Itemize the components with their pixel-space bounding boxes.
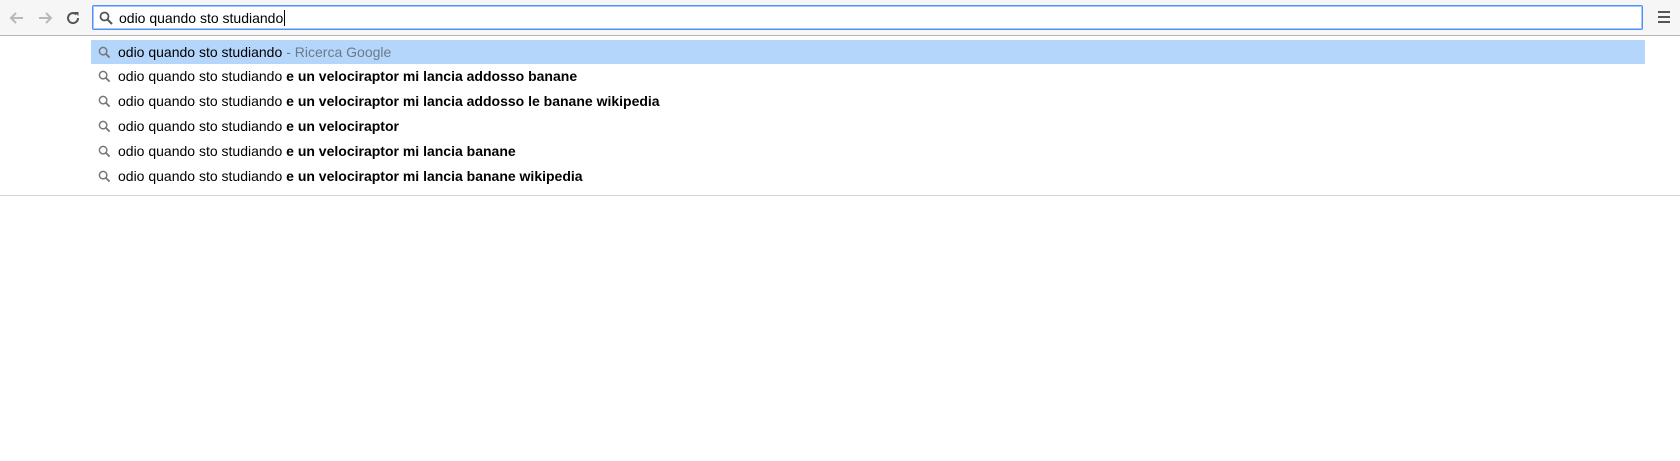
- suggestion-completion-text: e un velociraptor mi lancia banane wikip…: [286, 168, 583, 184]
- suggestion-completion-text: e un velociraptor: [286, 118, 399, 134]
- search-icon: [98, 70, 111, 82]
- suggestion-typed-text: odio quando sto studiando: [118, 93, 283, 109]
- forward-arrow-icon: [39, 12, 53, 24]
- suggestion-item[interactable]: odio quando sto studiando e un velocirap…: [91, 139, 1645, 163]
- back-arrow-icon: [9, 12, 23, 24]
- address-bar[interactable]: odio quando sto studiando: [92, 5, 1643, 30]
- browser-toolbar: odio quando sto studiando: [0, 0, 1680, 36]
- reload-icon: [67, 12, 80, 25]
- suggestion-hint: - Ricerca Google: [286, 44, 392, 60]
- reload-button[interactable]: [60, 6, 86, 30]
- omnibox-suggestions-dropdown: odio quando sto studiando - Ricerca Goog…: [0, 36, 1680, 196]
- suggestion-typed-text: odio quando sto studiando: [118, 118, 283, 134]
- suggestion-item[interactable]: odio quando sto studiando e un velocirap…: [91, 89, 1645, 113]
- search-icon: [98, 120, 111, 132]
- suggestion-completion-text: e un velociraptor mi lancia addosso bana…: [286, 68, 578, 84]
- search-icon: [98, 95, 111, 107]
- page-content: [0, 196, 1680, 461]
- suggestion-typed-text: odio quando sto studiando: [118, 68, 283, 84]
- forward-button[interactable]: [32, 6, 58, 30]
- address-bar-text[interactable]: odio quando sto studiando: [119, 10, 283, 26]
- search-icon: [99, 11, 113, 25]
- suggestion-completion-text: e un velociraptor mi lancia banane: [286, 143, 516, 159]
- text-caret: [284, 9, 286, 26]
- browser-menu-button[interactable]: [1654, 8, 1674, 28]
- search-icon: [98, 46, 111, 58]
- suggestion-completion-text: e un velociraptor mi lancia addosso le b…: [286, 93, 660, 109]
- search-icon: [98, 170, 111, 182]
- suggestion-typed-text: odio quando sto studiando: [118, 168, 283, 184]
- menu-icon: [1658, 11, 1670, 13]
- suggestion-typed-text: odio quando sto studiando: [118, 143, 283, 159]
- suggestion-item[interactable]: odio quando sto studiando e un velocirap…: [91, 64, 1645, 88]
- back-button[interactable]: [4, 6, 30, 30]
- search-icon: [98, 145, 111, 157]
- suggestion-typed-text: odio quando sto studiando: [118, 44, 283, 60]
- suggestion-item[interactable]: odio quando sto studiando e un velocirap…: [91, 164, 1645, 188]
- suggestion-item[interactable]: odio quando sto studiando - Ricerca Goog…: [91, 40, 1645, 64]
- suggestion-item[interactable]: odio quando sto studiando e un velocirap…: [91, 114, 1645, 138]
